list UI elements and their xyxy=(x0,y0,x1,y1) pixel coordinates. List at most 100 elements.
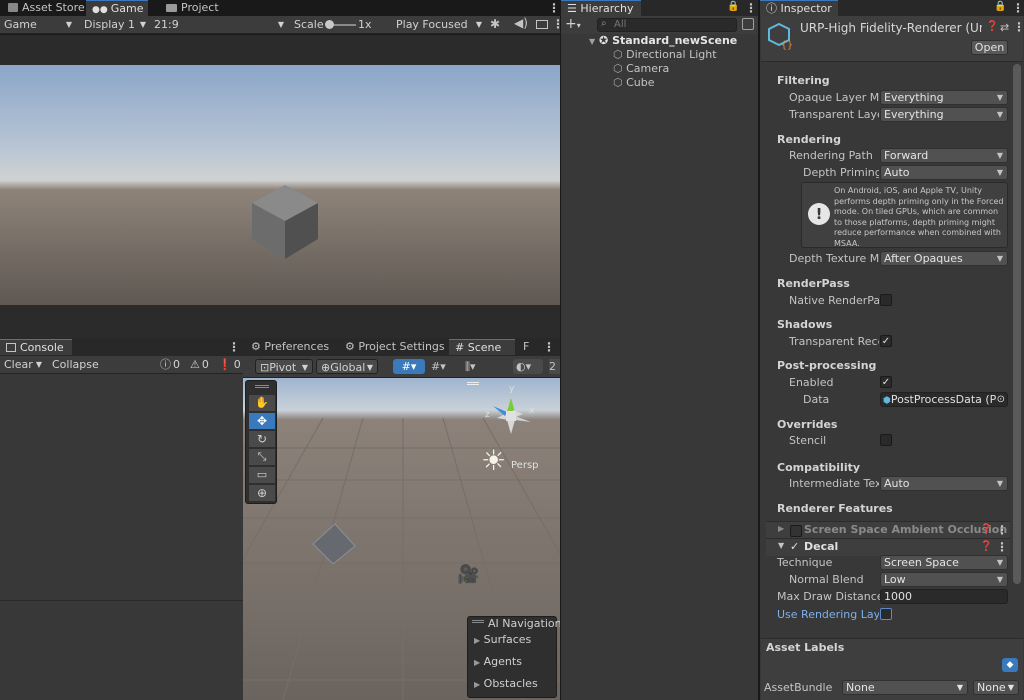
bug-icon[interactable]: ✱ xyxy=(490,17,500,31)
expand-arrow-icon[interactable]: ▶ xyxy=(778,524,784,533)
expand-arrow-icon[interactable]: ▼ xyxy=(778,541,784,550)
scale-tool-icon[interactable]: ⤡ xyxy=(249,449,275,465)
decal-enabled-checkbox[interactable]: ✓ xyxy=(790,540,799,553)
stats-icon[interactable] xyxy=(536,20,548,29)
inspector-menu-kebab-icon[interactable]: ⋮ xyxy=(1012,1,1024,15)
view-2d-toggle[interactable]: 2 xyxy=(549,359,560,374)
game-mode-dropdown[interactable]: Game ▼ xyxy=(0,17,76,32)
pivot-value: Pivot xyxy=(269,361,297,374)
scale-control[interactable]: Scale 1x xyxy=(290,17,390,32)
palette-drag-handle[interactable] xyxy=(255,385,269,388)
add-icon[interactable]: +▾ xyxy=(565,16,581,32)
rotate-tool-icon[interactable]: ↻ xyxy=(249,431,275,447)
overlay-item-agents[interactable]: ▶ Agents xyxy=(474,655,522,668)
directional-light-gizmo-icon[interactable]: ☀ xyxy=(481,444,506,477)
postprocessing-enabled-checkbox[interactable]: ✓ xyxy=(880,376,892,388)
scene-root-row[interactable]: ▼ ✪ Standard_newScene xyxy=(589,34,758,48)
hierarchy-item-cube[interactable]: ⬡ Cube xyxy=(613,76,655,90)
presets-icon[interactable]: ⇄ xyxy=(1000,21,1009,34)
collapse-button[interactable]: Collapse xyxy=(48,357,108,372)
error-toggle[interactable]: ❗ 0 xyxy=(214,357,242,372)
open-button[interactable]: Open xyxy=(971,40,1008,55)
tab-console[interactable]: Console xyxy=(0,339,72,355)
console-menu-kebab-icon[interactable]: ⋮ xyxy=(228,340,240,354)
overlay-item-surfaces[interactable]: ▶ Surfaces xyxy=(474,633,531,646)
global-dropdown[interactable]: ⊕Global ▼ xyxy=(316,359,378,374)
tab-hierarchy[interactable]: ☰ Hierarchy xyxy=(561,0,641,16)
lock-icon[interactable]: 🔒 xyxy=(727,1,739,12)
help-icon[interactable]: ❓ xyxy=(980,541,992,552)
rect-tool-icon[interactable]: ▭ xyxy=(249,467,275,483)
transform-tool-icon[interactable]: ⊕ xyxy=(249,485,275,501)
grid-toggle[interactable]: #▾ xyxy=(431,359,457,374)
play-mode-dropdown[interactable]: Play Focused ▼ xyxy=(392,17,486,32)
scene-cube[interactable] xyxy=(309,522,357,564)
rendering-path-dropdown[interactable]: Forward ▼ xyxy=(880,148,1008,163)
camera-gizmo-icon[interactable]: 🎥 xyxy=(457,564,479,585)
decal-feature-row[interactable]: ▼ ✓ Decal ❓ ⋮ xyxy=(766,538,1010,556)
audio-icon[interactable]: ◀) xyxy=(514,16,528,30)
gizmo-drag-handle[interactable] xyxy=(467,382,479,385)
hierarchy-menu-kebab-icon[interactable]: ⋮ xyxy=(745,1,757,15)
transparent-receive-shadows-checkbox[interactable]: ✓ xyxy=(880,335,892,347)
tab-game[interactable]: ●● Game xyxy=(86,0,148,16)
assetbundle-dropdown[interactable]: None ▼ xyxy=(842,680,968,695)
game-toolbar: Game ▼ Display 1 ▼ 21:9 ▼ Scale 1x Play Foc… xyxy=(0,16,564,34)
ssao-menu-kebab-icon[interactable]: ⋮ xyxy=(996,523,1008,537)
tab-scene[interactable]: # Scene xyxy=(449,339,515,355)
scale-slider-thumb[interactable] xyxy=(325,20,334,29)
help-icon[interactable]: ❓ xyxy=(986,21,998,32)
scale-slider[interactable] xyxy=(325,20,356,29)
native-renderpass-checkbox[interactable] xyxy=(880,294,892,306)
info-toggle[interactable]: ⓘ 0 xyxy=(156,357,182,372)
depth-priming-dropdown[interactable]: Auto ▼ xyxy=(880,165,1008,180)
scene-viewport[interactable]: ☀ Persp 🎥 y x z ✋ ✥ ↻ ⤡ ▭ ⊕ AI Navigatio… xyxy=(243,378,560,700)
use-rendering-layers-checkbox[interactable] xyxy=(880,608,892,620)
max-draw-distance-input[interactable]: 1000 xyxy=(880,589,1008,604)
tab-project[interactable]: Project xyxy=(160,0,225,16)
normal-blend-dropdown[interactable]: Low ▼ xyxy=(880,572,1008,587)
game-menu-kebab-icon[interactable]: ⋮ xyxy=(548,1,560,15)
tab-inspector[interactable]: ⓘ Inspector xyxy=(760,0,838,16)
pivot-dropdown[interactable]: ⊡Pivot ▼ xyxy=(255,359,313,374)
increment-snap-toggle[interactable]: ⫼▾ xyxy=(465,359,491,374)
shading-mode-dropdown[interactable]: ◐▾ xyxy=(513,359,543,374)
stencil-checkbox[interactable] xyxy=(880,434,892,446)
tab-asset-store[interactable]: Asset Store xyxy=(2,0,91,16)
persp-label[interactable]: Persp xyxy=(511,460,539,471)
intermediate-texture-dropdown[interactable]: Auto ▼ xyxy=(880,476,1008,491)
ssao-enabled-checkbox[interactable] xyxy=(790,525,802,537)
display-dropdown[interactable]: Display 1 ▼ xyxy=(80,17,150,32)
overlay-item-obstacles[interactable]: ▶ Obstacles xyxy=(474,677,538,690)
tab-overflow[interactable]: F xyxy=(517,339,535,355)
object-picker-icon[interactable]: ⊙ xyxy=(996,393,1005,406)
technique-dropdown[interactable]: Screen Space ▼ xyxy=(880,555,1008,570)
depth-texture-mode-dropdown[interactable]: After Opaques ▼ xyxy=(880,251,1008,266)
warning-toggle[interactable]: ⚠ 0 xyxy=(186,357,212,372)
scene-visibility-icon[interactable] xyxy=(742,18,754,30)
move-tool-icon[interactable]: ✥ xyxy=(249,413,275,429)
asset-menu-kebab-icon[interactable]: ⋮ xyxy=(1013,20,1024,34)
help-icon[interactable]: ❓ xyxy=(980,524,992,535)
hand-tool-icon[interactable]: ✋ xyxy=(249,395,275,411)
tab-preferences[interactable]: ⚙ Preferences xyxy=(245,339,335,355)
decal-menu-kebab-icon[interactable]: ⋮ xyxy=(996,540,1008,554)
transparent-layer-mask-dropdown[interactable]: Everything ▼ xyxy=(880,107,1008,122)
hierarchy-search-input[interactable]: ⌕ All xyxy=(597,18,737,32)
scene-menu-kebab-icon[interactable]: ⋮ xyxy=(543,340,555,354)
inspector-scrollbar[interactable] xyxy=(1013,64,1021,584)
tab-project-settings[interactable]: ⚙ Project Settings xyxy=(339,339,451,355)
aspect-dropdown[interactable]: 21:9 ▼ xyxy=(150,17,288,32)
clear-dropdown[interactable]: Clear ▼ xyxy=(0,357,46,372)
overlay-drag-handle[interactable] xyxy=(472,620,484,623)
hierarchy-item-camera[interactable]: ⬡ Camera xyxy=(613,62,669,76)
game-view[interactable] xyxy=(0,35,560,338)
ssao-feature-row[interactable]: ▶ Screen Space Ambient Occlusion ❓ ⋮ xyxy=(766,521,1010,539)
opaque-layer-mask-dropdown[interactable]: Everything ▼ xyxy=(880,90,1008,105)
lock-icon[interactable]: 🔒 xyxy=(994,1,1006,12)
postprocess-data-objectfield[interactable]: ⬢PostProcessData (Pc ⊙ xyxy=(880,392,1008,407)
assetbundle-variant-dropdown[interactable]: None ▼ xyxy=(973,680,1019,695)
label-tag-icon[interactable]: ◆ xyxy=(1002,658,1018,672)
grid-snap-toggle[interactable]: #▾ xyxy=(393,359,425,374)
hierarchy-item-directional-light[interactable]: ⬡ Directional Light xyxy=(613,48,717,62)
